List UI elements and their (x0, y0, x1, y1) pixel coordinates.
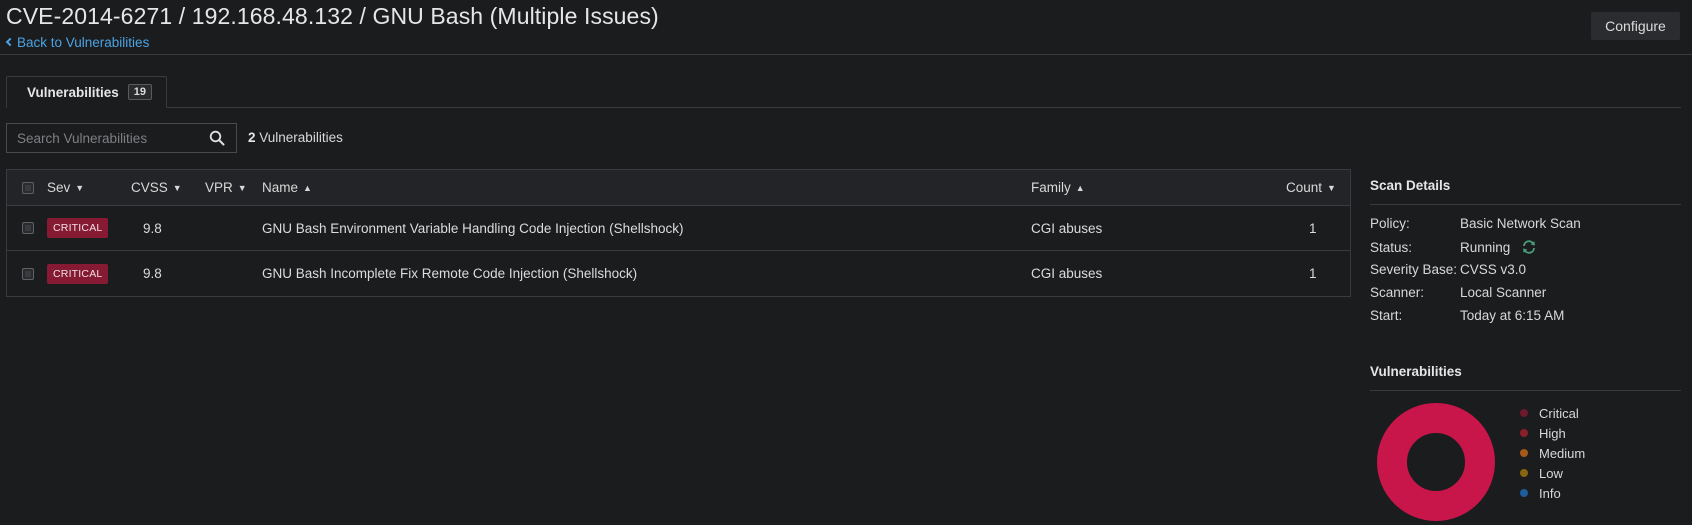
table-row[interactable]: CRITICAL 9.8 GNU Bash Environment Variab… (7, 206, 1350, 251)
severity-legend: Critical High Medium Low Info (1520, 403, 1585, 503)
severity-donut-chart (1377, 403, 1495, 521)
configure-button[interactable]: Configure (1591, 12, 1680, 40)
legend-item-low[interactable]: Low (1520, 463, 1585, 483)
name-header-label: Name (262, 180, 299, 195)
legend-label: Critical (1539, 405, 1579, 421)
vpr-header-label: VPR (205, 180, 233, 195)
refresh-icon (1521, 239, 1537, 255)
legend-item-high[interactable]: High (1520, 423, 1585, 443)
cvss-cell: 9.8 (143, 220, 162, 236)
result-count-label: Vulnerabilities (259, 130, 343, 145)
tab-divider (6, 107, 1681, 108)
sort-down-icon: ▼ (172, 182, 182, 193)
legend-label: Info (1539, 485, 1561, 501)
detail-key: Policy: (1370, 216, 1410, 231)
severity-badge: CRITICAL (47, 263, 109, 284)
detail-value: Basic Network Scan (1460, 216, 1581, 231)
search-input[interactable] (7, 124, 202, 152)
detail-status: Status: Running (1370, 239, 1537, 255)
row-checkbox[interactable] (22, 267, 34, 280)
detail-value: Today at 6:15 AM (1460, 308, 1565, 323)
family-header-label: Family (1031, 180, 1071, 195)
legend-dot-icon (1520, 469, 1528, 477)
detail-value: CVSS v3.0 (1460, 262, 1527, 277)
family-cell: CGI abuses (1031, 266, 1103, 281)
count-cell: 1 (1309, 220, 1317, 236)
cvss-cell: 9.8 (143, 266, 162, 281)
tab-vulnerabilities[interactable]: Vulnerabilities 19 (6, 76, 167, 108)
vulnerability-name: GNU Bash Incomplete Fix Remote Code Inje… (262, 266, 638, 281)
detail-policy: Policy: Basic Network Scan (1370, 216, 1581, 231)
search-icon[interactable] (202, 124, 232, 152)
legend-label: Medium (1539, 445, 1586, 461)
detail-scanner: Scanner: Local Scanner (1370, 285, 1546, 300)
family-cell: CGI abuses (1031, 220, 1103, 236)
sort-down-icon: ▼ (237, 182, 247, 193)
vulnerability-name: GNU Bash Environment Variable Handling C… (262, 220, 684, 236)
legend-label: High (1539, 425, 1566, 441)
legend-item-info[interactable]: Info (1520, 483, 1585, 503)
table-row[interactable]: CRITICAL 9.8 GNU Bash Incomplete Fix Rem… (7, 251, 1350, 296)
tab-count-badge: 19 (127, 84, 153, 100)
status-text: Running (1460, 239, 1511, 255)
donut-critical-segment (1377, 403, 1495, 521)
detail-key: Start: (1370, 308, 1403, 323)
table-header: Sev ▼ CVSS ▼ VPR ▼ Name ▲ Family ▲ Count ▼ (7, 170, 1350, 206)
back-to-vulnerabilities-link[interactable]: Back to Vulnerabilities (5, 35, 150, 50)
sev-header-label: Sev (47, 180, 71, 195)
row-checkbox[interactable] (22, 222, 34, 234)
vulnerabilities-summary-title: Vulnerabilities (1370, 364, 1462, 379)
severity-cell: CRITICAL (47, 251, 109, 296)
sort-down-icon: ▼ (75, 182, 85, 193)
column-header-family[interactable]: Family ▲ (1031, 170, 1085, 205)
chevron-left-icon (5, 37, 15, 47)
search-box (6, 123, 237, 153)
scan-details-title: Scan Details (1370, 178, 1451, 193)
column-header-sev[interactable]: Sev ▼ (47, 170, 84, 205)
column-header-name[interactable]: Name ▲ (262, 170, 312, 205)
detail-value: Running (1460, 239, 1537, 255)
detail-key: Severity Base: (1370, 262, 1458, 277)
detail-value: Local Scanner (1460, 285, 1547, 300)
count-header-label: Count (1286, 180, 1323, 195)
select-all-checkbox[interactable] (22, 181, 34, 194)
row-select-cell (22, 251, 34, 296)
legend-dot-icon (1520, 429, 1528, 437)
legend-dot-icon (1520, 409, 1528, 417)
sort-down-icon: ▼ (1327, 182, 1336, 193)
header-divider (0, 54, 1692, 55)
back-link-label: Back to Vulnerabilities (17, 35, 150, 50)
vulnerabilities-table: Sev ▼ CVSS ▼ VPR ▼ Name ▲ Family ▲ Count ▼ CRI… (6, 169, 1351, 297)
cvss-header-label: CVSS (131, 180, 168, 195)
column-header-vpr[interactable]: VPR ▼ (205, 170, 247, 205)
legend-dot-icon (1520, 449, 1528, 457)
sort-up-icon: ▲ (1075, 182, 1085, 193)
tab-label: Vulnerabilities (27, 84, 119, 100)
count-cell: 1 (1309, 266, 1317, 281)
result-count: 2 Vulnerabilities (248, 130, 343, 145)
row-select-cell (22, 206, 34, 250)
legend-item-medium[interactable]: Medium (1520, 443, 1585, 463)
legend-dot-icon (1520, 489, 1528, 497)
legend-item-critical[interactable]: Critical (1520, 403, 1585, 423)
detail-key: Status: (1370, 239, 1413, 255)
result-count-number: 2 (248, 130, 256, 145)
legend-label: Low (1539, 465, 1563, 481)
detail-key: Scanner: (1370, 285, 1425, 300)
severity-badge: CRITICAL (47, 218, 109, 238)
sort-up-icon: ▲ (303, 182, 312, 193)
vulnerabilities-summary-divider (1370, 390, 1681, 391)
detail-start: Start: Today at 6:15 AM (1370, 308, 1564, 323)
column-header-count[interactable]: Count ▼ (1286, 170, 1336, 205)
column-header-cvss[interactable]: CVSS ▼ (131, 170, 182, 205)
select-all-cell (22, 170, 34, 205)
page-title: CVE-2014-6271 / 192.168.48.132 / GNU Bas… (6, 3, 659, 29)
detail-severity-base: Severity Base: CVSS v3.0 (1370, 262, 1526, 277)
severity-cell: CRITICAL (47, 206, 109, 250)
scan-details-divider (1370, 204, 1681, 205)
